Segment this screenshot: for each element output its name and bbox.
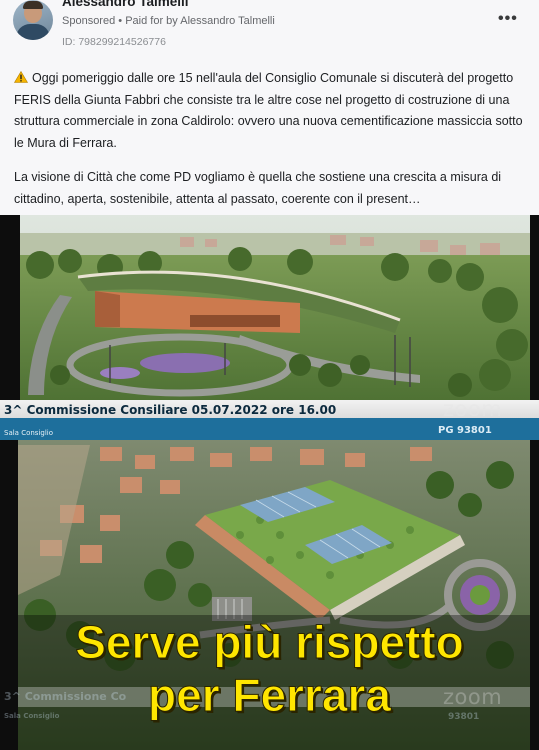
author-name[interactable]: Alessandro Talmelli bbox=[62, 0, 189, 9]
avatar-hair bbox=[23, 1, 43, 9]
post-paragraph-1: Oggi pomeriggio dalle ore 15 nell'aula d… bbox=[14, 68, 526, 154]
pg-code: PG 93801 bbox=[438, 425, 492, 436]
sponsored-label: Sponsored bbox=[62, 15, 116, 27]
warning-icon bbox=[14, 71, 28, 83]
post-header: Alessandro Talmelli Sponsored • Paid for… bbox=[0, 0, 539, 60]
meta-separator: • bbox=[118, 15, 123, 27]
avatar[interactable] bbox=[13, 0, 53, 40]
paragraph-1-text: Oggi pomeriggio dalle ore 15 nell'aula d… bbox=[14, 71, 523, 150]
ad-id: ID: 798299214526776 bbox=[62, 36, 166, 48]
more-options-icon[interactable]: ••• bbox=[498, 11, 518, 27]
post-text: Oggi pomeriggio dalle ore 15 nell'aula d… bbox=[14, 68, 526, 223]
paid-for-by-label: Paid for by bbox=[125, 15, 178, 27]
sponsored-line: Sponsored • Paid for by Alessandro Talme… bbox=[62, 15, 275, 27]
rendering-top bbox=[20, 215, 530, 400]
payer-name[interactable]: Alessandro Talmelli bbox=[180, 15, 275, 27]
room-label: Sala Consiglio bbox=[4, 429, 54, 437]
zoom-watermark: zoom bbox=[443, 397, 503, 421]
caption-line-1: Serve più rispetto bbox=[75, 616, 465, 668]
caption-line-2: per Ferrara bbox=[148, 669, 392, 721]
commission-banner-title: 3^ Commissione Consiliare 05.07.2022 ore… bbox=[4, 403, 337, 417]
avatar-body bbox=[16, 24, 50, 40]
post-paragraph-2: La visione di Città che come PD vogliamo… bbox=[14, 170, 502, 206]
